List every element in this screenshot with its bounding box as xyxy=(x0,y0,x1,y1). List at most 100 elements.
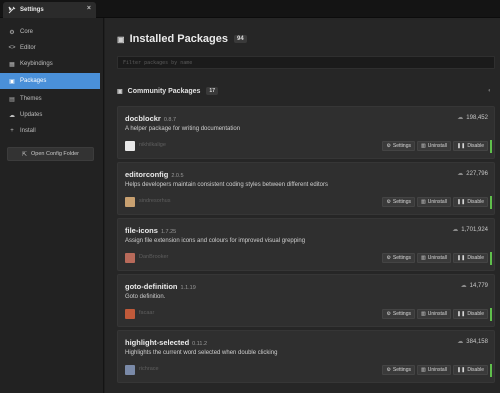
trash-icon: ▥ xyxy=(421,367,426,373)
download-count: ☁ 1,701,924 xyxy=(452,226,488,234)
package-author[interactable]: richrace xyxy=(139,366,159,372)
avatar[interactable] xyxy=(125,253,135,263)
cloud-download-icon: ☁ xyxy=(457,115,464,121)
gear-icon: ⚙ xyxy=(386,255,391,261)
package-version: 0.8.7 xyxy=(163,117,177,123)
package-name-text: highlight-selected xyxy=(125,338,190,347)
button-label: Settings xyxy=(392,255,411,261)
package-card[interactable]: highlight-selected 0.11.2 ☁ 384,158 Highli… xyxy=(117,330,495,383)
disable-button[interactable]: ❚❚ Disable xyxy=(452,365,488,375)
settings-button[interactable]: ⚙ Settings xyxy=(382,309,415,319)
sidebar-item-keybindings[interactable]: ▦ Keybindings xyxy=(0,56,100,72)
button-label: Uninstall xyxy=(427,199,447,205)
package-author[interactable]: nikhilkalige xyxy=(139,142,166,148)
tab-title: Settings xyxy=(20,7,44,13)
enabled-status-indicator xyxy=(490,252,492,265)
package-description: Helps developers maintain consistent cod… xyxy=(125,182,329,188)
package-icon: ▣ xyxy=(9,78,15,85)
settings-button[interactable]: ⚙ Settings xyxy=(382,197,415,207)
download-count: ☁ 198,452 xyxy=(457,114,488,122)
pause-icon: ❚❚ xyxy=(456,367,466,373)
tab-settings[interactable]: Settings × xyxy=(3,2,96,18)
package-description: Highlights the current word selected whe… xyxy=(125,350,278,356)
button-label: Disable xyxy=(467,255,484,261)
enabled-status-indicator xyxy=(490,140,492,153)
collapse-icon[interactable]: ◐ xyxy=(488,88,492,94)
installed-count-badge: 94 xyxy=(234,35,247,43)
uninstall-button[interactable]: ▥ Uninstall xyxy=(417,253,451,263)
button-label: Settings xyxy=(392,199,411,205)
button-label: Uninstall xyxy=(427,143,447,149)
package-actions: ⚙ Settings ▥ Uninstall ❚❚ Disable xyxy=(382,253,488,263)
pause-icon: ❚❚ xyxy=(456,143,466,149)
external-link-icon: ⇱ xyxy=(21,151,28,158)
settings-panel: ▣ Installed Packages 94 Filter packages … xyxy=(105,18,500,393)
button-label: Disable xyxy=(467,311,484,317)
sidebar-item-themes[interactable]: ▤ Themes xyxy=(0,91,100,107)
sidebar-item-install[interactable]: + Install xyxy=(0,123,100,139)
sidebar: ⚙ Core <> Editor ▦ Keybindings ▣ Packages ▤ T… xyxy=(0,18,104,393)
sidebar-item-packages[interactable]: ▣ Packages xyxy=(0,73,100,89)
cloud-download-icon: ☁ xyxy=(457,339,464,345)
package-card[interactable]: editorconfig 2.0.5 ☁ 227,796 Helps develop… xyxy=(117,162,495,215)
plus-icon: + xyxy=(10,128,14,134)
settings-button[interactable]: ⚙ Settings xyxy=(382,253,415,263)
package-icon: ▣ xyxy=(117,34,125,44)
sidebar-item-label: Keybindings xyxy=(20,61,53,67)
settings-button[interactable]: ⚙ Settings xyxy=(382,365,415,375)
paintcan-icon: ▤ xyxy=(9,96,15,103)
pause-icon: ❚❚ xyxy=(456,311,466,317)
code-icon: <> xyxy=(8,45,16,51)
community-packages-heading: ▣ Community Packages 17 xyxy=(117,87,218,95)
package-author[interactable]: DanBrooker xyxy=(139,254,168,260)
tools-icon xyxy=(8,6,16,14)
download-count: ☁ 384,158 xyxy=(457,338,488,346)
button-label: Disable xyxy=(467,143,484,149)
button-label: Uninstall xyxy=(427,367,447,373)
package-icon: ▣ xyxy=(117,88,123,95)
avatar[interactable] xyxy=(125,197,135,207)
avatar[interactable] xyxy=(125,309,135,319)
uninstall-button[interactable]: ▥ Uninstall xyxy=(417,309,451,319)
button-label: Settings xyxy=(392,367,411,373)
sidebar-item-core[interactable]: ⚙ Core xyxy=(0,24,100,40)
package-version: 1.1.19 xyxy=(180,285,196,291)
package-author[interactable]: sindresorhus xyxy=(139,198,171,204)
avatar[interactable] xyxy=(125,141,135,151)
uninstall-button[interactable]: ▥ Uninstall xyxy=(417,365,451,375)
package-author[interactable]: facaar xyxy=(139,310,154,316)
cloud-download-icon: ☁ xyxy=(457,171,464,177)
keyboard-icon: ▦ xyxy=(9,61,15,68)
settings-button[interactable]: ⚙ Settings xyxy=(382,141,415,151)
trash-icon: ▥ xyxy=(421,311,426,317)
package-name[interactable]: highlight-selected 0.11.2 xyxy=(125,338,207,347)
sidebar-item-label: Editor xyxy=(20,45,36,51)
uninstall-button[interactable]: ▥ Uninstall xyxy=(417,141,451,151)
close-icon[interactable]: × xyxy=(87,5,91,12)
disable-button[interactable]: ❚❚ Disable xyxy=(452,141,488,151)
package-card[interactable]: file-icons 1.7.25 ☁ 1,701,924 Assign file … xyxy=(117,218,495,271)
filter-packages-input[interactable]: Filter packages by name xyxy=(117,56,495,69)
package-version: 0.11.2 xyxy=(192,341,208,347)
package-name[interactable]: docblockr 0.8.7 xyxy=(125,114,176,123)
sidebar-item-editor[interactable]: <> Editor xyxy=(0,40,100,56)
gear-icon: ⚙ xyxy=(386,143,391,149)
uninstall-button[interactable]: ▥ Uninstall xyxy=(417,197,451,207)
button-label: Settings xyxy=(392,311,411,317)
disable-button[interactable]: ❚❚ Disable xyxy=(452,309,488,319)
package-name[interactable]: goto-definition 1.1.19 xyxy=(125,282,196,291)
avatar[interactable] xyxy=(125,365,135,375)
sidebar-item-updates[interactable]: ☁ Updates xyxy=(0,107,100,123)
package-card[interactable]: docblockr 0.8.7 ☁ 198,452 A helper package… xyxy=(117,106,495,159)
package-card[interactable]: goto-definition 1.1.19 ☁ 14,779 Goto defin… xyxy=(117,274,495,327)
package-name[interactable]: editorconfig 2.0.5 xyxy=(125,170,184,179)
cloud-download-icon: ☁ xyxy=(452,227,459,233)
disable-button[interactable]: ❚❚ Disable xyxy=(452,197,488,207)
open-config-folder-button[interactable]: ⇱ Open Config Folder xyxy=(7,147,94,161)
package-name-text: file-icons xyxy=(125,226,158,235)
package-actions: ⚙ Settings ▥ Uninstall ❚❚ Disable xyxy=(382,365,488,375)
gear-icon: ⚙ xyxy=(386,311,391,317)
sidebar-item-label: Packages xyxy=(20,78,47,84)
disable-button[interactable]: ❚❚ Disable xyxy=(452,253,488,263)
package-name[interactable]: file-icons 1.7.25 xyxy=(125,226,176,235)
